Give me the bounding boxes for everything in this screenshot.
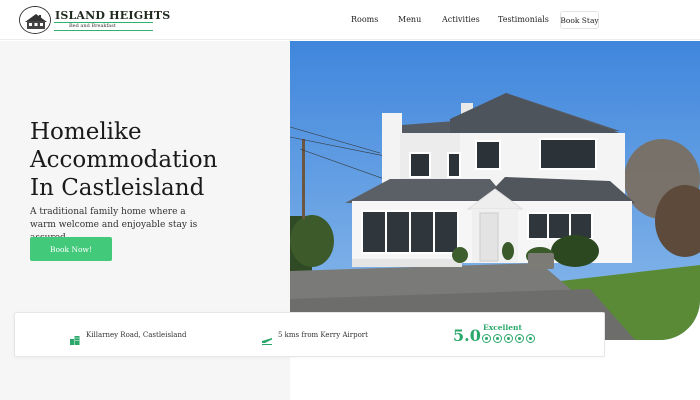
nav-rooms[interactable]: Rooms — [351, 15, 378, 24]
address-text: Killarney Road, Castleisland — [86, 331, 187, 339]
book-now-button[interactable]: Book Now! — [30, 237, 112, 261]
brand-divider-bottom — [54, 30, 153, 31]
nav-menu[interactable]: Menu — [398, 15, 421, 24]
nav-testimonials[interactable]: Testimonials — [498, 15, 549, 24]
site-header: ISLAND HEIGHTS Bed and Breakfast Rooms M… — [0, 0, 700, 40]
book-stay-button[interactable]: Book Stay — [560, 11, 599, 29]
hero-title: Homelike Accommodation In Castleisland — [30, 118, 280, 202]
airport-text: 5 kms from Kerry Airport — [278, 331, 368, 339]
house-logo-icon — [19, 6, 51, 34]
plane-icon — [262, 330, 272, 345]
tripadvisor-dot-icon — [493, 334, 502, 343]
tripadvisor-dot-icon — [504, 334, 513, 343]
brand-title: ISLAND HEIGHTS — [55, 9, 171, 22]
house-photo — [290, 41, 700, 340]
tripadvisor-dot-icon — [482, 334, 491, 343]
hero-title-line: Homelike — [30, 119, 142, 145]
airport-info: 5 kms from Kerry Airport — [262, 330, 368, 345]
brand-logo[interactable]: ISLAND HEIGHTS Bed and Breakfast — [19, 6, 170, 36]
rating-dots — [482, 334, 535, 343]
rating-score: 5.0 — [453, 326, 481, 345]
rating-label: Excellent — [483, 323, 522, 332]
address-info: Killarney Road, Castleisland — [70, 330, 187, 345]
hero-title-line: Accommodation — [30, 147, 218, 173]
tripadvisor-dot-icon — [526, 334, 535, 343]
nav-activities[interactable]: Activities — [442, 15, 480, 24]
hero-title-line: In Castleisland — [30, 175, 205, 201]
brand-subtitle: Bed and Breakfast — [69, 23, 116, 29]
info-bar: Killarney Road, Castleisland 5 kms from … — [14, 312, 605, 357]
tripadvisor-dot-icon — [515, 334, 524, 343]
buildings-icon — [70, 330, 80, 345]
